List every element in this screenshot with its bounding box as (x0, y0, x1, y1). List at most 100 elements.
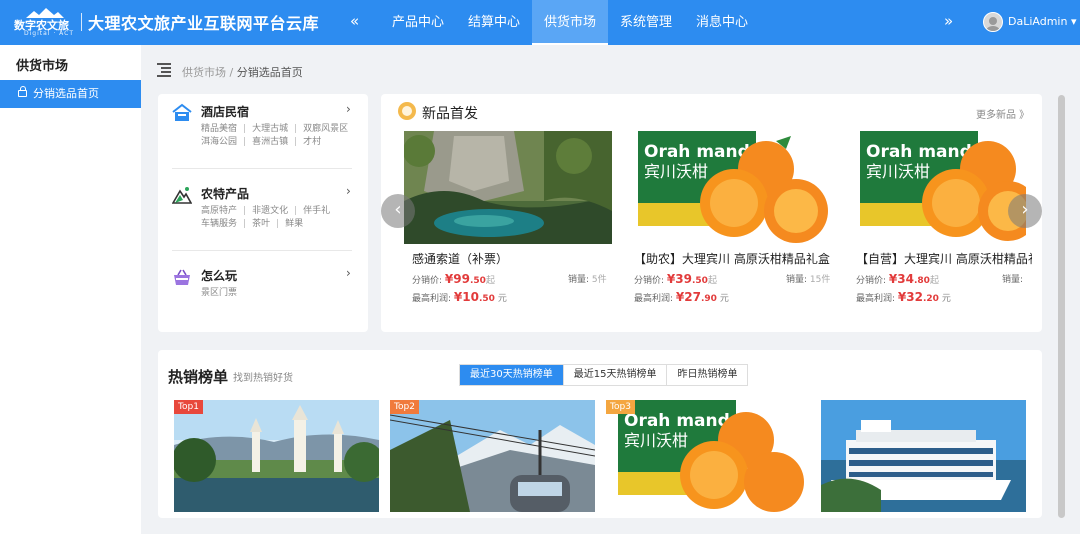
product-card[interactable]: 感通索道（补票） 分销价: ¥99.50起 销量: 5件 最高利润: ¥10.5… (404, 131, 612, 311)
main-nav: 产品中心 结算中心 供货市场 系统管理 消息中心 (380, 0, 760, 45)
hot-item-card[interactable]: Top1 (174, 400, 379, 512)
rank-badge: Top3 (606, 400, 635, 414)
new-badge-icon (398, 102, 416, 120)
svg-text:宾川沃柑: 宾川沃柑 (866, 162, 930, 181)
product-image: Orah mandarin 宾川沃柑 (626, 131, 834, 244)
product-card[interactable]: Orah mandarin 宾川沃柑 【自营】大理宾川 高原沃柑精品礼盒 分销价… (848, 131, 1032, 311)
tag[interactable]: 伴手礼 (303, 206, 330, 216)
carousel-prev-button[interactable]: ‹ (381, 194, 415, 228)
distribution-price: 分销价: ¥99.50起 (412, 272, 495, 286)
tag[interactable]: 双廊风景区 (303, 124, 348, 134)
new-products-title: 新品首发 (422, 106, 478, 122)
chevron-right-icon[interactable]: › (346, 184, 351, 198)
product-name: 【自营】大理宾川 高原沃柑精品礼盒 (856, 252, 1032, 266)
chevron-right-icon[interactable]: › (346, 266, 351, 280)
chevron-right-icon[interactable]: › (346, 102, 351, 116)
hot-rankings-subtitle: 找到热销好货 (233, 373, 293, 384)
category-name: 怎么玩 (201, 269, 238, 283)
hot-item-card[interactable]: Top2 (390, 400, 595, 512)
tag[interactable]: 非遗文化 (252, 206, 288, 216)
product-card[interactable]: Orah mandarin 宾川沃柑 【助农】大理宾川 高原沃柑精品礼盒 分销价… (626, 131, 834, 311)
svg-text:宾川沃柑: 宾川沃柑 (644, 162, 708, 181)
tag[interactable]: 鲜果 (285, 219, 303, 229)
breadcrumb-root[interactable]: 供货市场 (182, 66, 226, 79)
vertical-scrollbar[interactable] (1058, 95, 1065, 518)
max-profit: 最高利润: ¥27.90 元 (634, 290, 729, 304)
nav-scroll-left-icon[interactable]: « (350, 12, 359, 30)
tag[interactable]: 才村 (303, 137, 321, 147)
category-tags: 高原特产 | 非遗文化 | 伴手礼 车辆服务 | 茶叶 | 鲜果 (201, 206, 331, 229)
sales-count: 销量: 15件 (786, 275, 831, 285)
tag[interactable]: 大理古城 (252, 124, 288, 134)
divider (172, 168, 352, 169)
lock-icon (18, 86, 27, 97)
user-menu[interactable]: DaLiAdmin ▾ (1008, 15, 1076, 28)
category-name: 农特产品 (201, 187, 250, 201)
user-avatar[interactable] (983, 12, 1003, 32)
hot-item-image: Orah mandarin 宾川沃柑 (606, 400, 811, 512)
svg-text:宾川沃柑: 宾川沃柑 (624, 431, 688, 450)
hot-item-card[interactable]: Orah mandarin 宾川沃柑 Top3 (606, 400, 811, 512)
max-profit: 最高利润: ¥10.50 元 (412, 290, 507, 304)
sidebar: 供货市场 分销选品首页 (0, 45, 141, 534)
mountain-icon (172, 187, 192, 204)
user-name: DaLiAdmin (1008, 15, 1068, 28)
product-image (404, 131, 612, 244)
tag[interactable]: 车辆服务 (201, 219, 237, 229)
product-name: 感通索道（补票） (412, 252, 509, 266)
nav-settlement-center[interactable]: 结算中心 (456, 0, 532, 45)
category-tags: 景区门票 (201, 287, 361, 300)
category-hotel[interactable]: 酒店民宿 › 精品美宿 | 大理古城 | 双廊风景区 洱海公园 | 喜洲古镇 | 才村 (172, 102, 352, 148)
tag[interactable]: 喜洲古镇 (252, 137, 288, 147)
category-name: 酒店民宿 (201, 105, 250, 119)
tab-yesterday[interactable]: 昨日热销榜单 (667, 365, 747, 385)
sales-count: 销量: 5件 (568, 275, 607, 285)
category-tags: 精品美宿 | 大理古城 | 双廊风景区 洱海公园 | 喜洲古镇 | 才村 (201, 124, 349, 147)
sales-count: 销量: (1002, 275, 1024, 285)
hot-item-card[interactable] (821, 400, 1026, 512)
nav-supply-market[interactable]: 供货市场 (532, 0, 608, 45)
hotel-icon (172, 103, 192, 121)
distribution-price: 分销价: ¥34.80起 (856, 272, 939, 286)
tag[interactable]: 茶叶 (252, 219, 270, 229)
nav-scroll-right-icon[interactable]: » (944, 12, 953, 30)
tag[interactable]: 高原特产 (201, 206, 237, 216)
logo-divider (81, 13, 82, 31)
distribution-price: 分销价: ¥39.50起 (634, 272, 717, 286)
sidebar-title: 供货市场 (16, 59, 69, 74)
nav-product-center[interactable]: 产品中心 (380, 0, 456, 45)
category-agri[interactable]: 农特产品 › 高原特产 | 非遗文化 | 伴手礼 车辆服务 | 茶叶 | 鲜果 (172, 184, 352, 230)
hot-item-image (390, 400, 595, 512)
sidebar-item-label: 分销选品首页 (33, 87, 99, 100)
hot-item-image (174, 400, 379, 512)
menu-toggle-icon[interactable] (157, 63, 171, 77)
nav-system-management[interactable]: 系统管理 (608, 0, 684, 45)
nav-message-center[interactable]: 消息中心 (684, 0, 760, 45)
product-name: 【助农】大理宾川 高原沃柑精品礼盒 (634, 252, 830, 266)
app-title: 大理农文旅产业互联网平台云库 (88, 14, 320, 33)
tab-30-days[interactable]: 最近30天热销榜单 (460, 365, 564, 385)
logo-subtext: Digital · ACT (24, 30, 75, 37)
basket-icon (174, 269, 190, 285)
max-profit: 最高利润: ¥32.20 元 (856, 290, 951, 304)
divider (172, 250, 352, 251)
hot-rankings-title: 热销榜单 (168, 368, 229, 386)
tag[interactable]: 景区门票 (201, 288, 237, 298)
top-bar: 数字农文旅 Digital · ACT 大理农文旅产业互联网平台云库 « 产品中… (0, 0, 1080, 45)
breadcrumb-current: 分销选品首页 (236, 66, 303, 79)
category-play[interactable]: 怎么玩 › 景区门票 (172, 266, 352, 307)
breadcrumb: 供货市场 / 分销选品首页 (182, 64, 303, 80)
tag[interactable]: 洱海公园 (201, 137, 237, 147)
logo[interactable]: 数字农文旅 Digital · ACT (14, 8, 76, 38)
more-new-products-link[interactable]: 更多新品 》 (976, 106, 1029, 121)
rank-badge: Top1 (174, 400, 203, 414)
carousel-next-button[interactable]: › (1008, 194, 1042, 228)
sidebar-item-distribution-home[interactable]: 分销选品首页 (0, 80, 141, 108)
ranking-tabs: 最近30天热销榜单 最近15天热销榜单 昨日热销榜单 (459, 364, 749, 386)
chevron-down-icon: ▾ (1070, 15, 1077, 28)
hot-item-image (821, 400, 1026, 512)
breadcrumb-separator: / (229, 66, 234, 79)
tab-15-days[interactable]: 最近15天热销榜单 (564, 365, 668, 385)
rank-badge: Top2 (390, 400, 419, 414)
tag[interactable]: 精品美宿 (201, 124, 237, 134)
